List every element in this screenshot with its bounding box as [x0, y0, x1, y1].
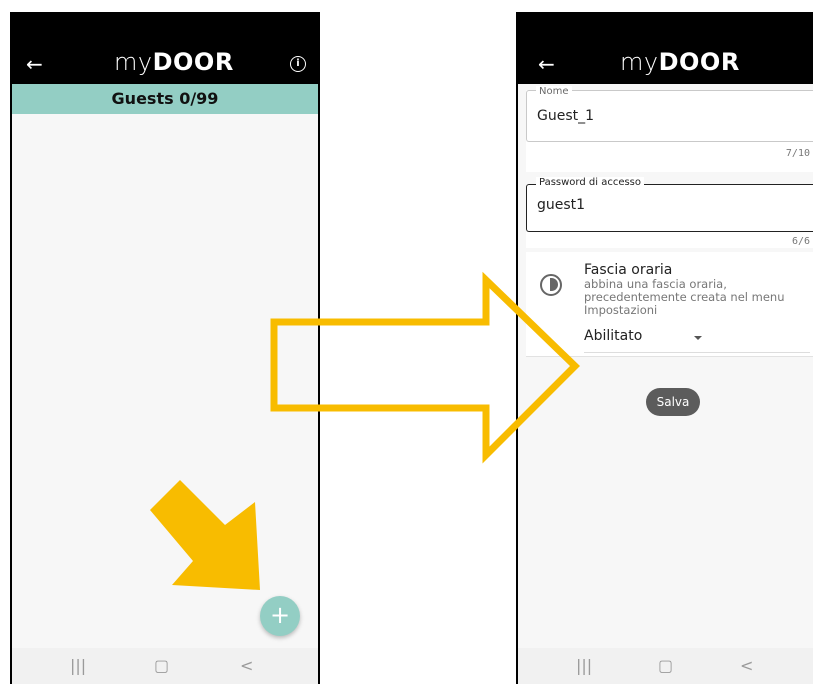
pointer-arrow-icon	[150, 480, 260, 590]
annotation-overlay	[150, 271, 580, 590]
transition-arrow-icon	[270, 271, 580, 464]
